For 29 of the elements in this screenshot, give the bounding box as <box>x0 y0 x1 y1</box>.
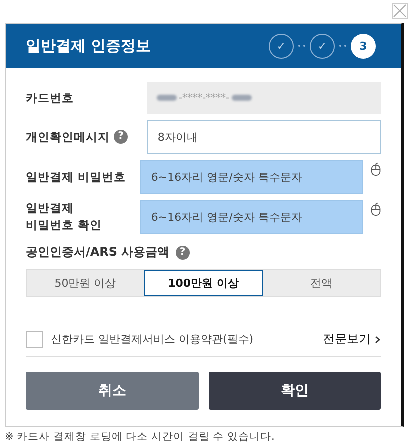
view-terms-link[interactable]: 전문보기 <box>323 331 381 348</box>
agree-checkbox[interactable] <box>26 331 43 348</box>
password-field[interactable]: 6~16자리 영문/숫자 특수문자 <box>140 200 363 234</box>
amount-option[interactable]: 전액 <box>263 270 380 296</box>
step-connector-icon <box>298 45 306 47</box>
step-indicator: ✓ <box>269 34 294 58</box>
help-button[interactable]: ? <box>114 130 128 144</box>
card-number-field: -****-****- <box>146 82 381 114</box>
confirm-button[interactable]: 확인 <box>208 372 381 410</box>
section-label: 공인인증서/ARS 사용금액 <box>26 244 170 261</box>
field-label: 일반결제 비밀번호 확인 <box>26 200 102 234</box>
amount-option[interactable]: 100만원 이상 <box>144 270 263 296</box>
agreement-label: 신한카드 일반결제서비스 이용약관(필수) <box>51 332 255 347</box>
help-button[interactable]: ? <box>176 246 190 260</box>
message-field[interactable]: 8자이내 <box>146 120 381 154</box>
amount-option[interactable]: 50만원 이상 <box>27 270 144 296</box>
chevron-icon <box>375 336 381 344</box>
field-label: 일반결제 비밀번호 <box>26 168 126 186</box>
field-label: 개인확인메시지 <box>26 128 110 146</box>
dialog-title: 일반결제 인증정보 <box>26 36 152 56</box>
mouse-icon[interactable] <box>370 162 381 177</box>
notice-text: ※ 카드사 결제창 로딩에 다소 시간이 걸릴 수 있습니다. <box>5 430 276 443</box>
cancel-button[interactable]: 취소 <box>26 372 198 410</box>
step-indicator: ✓ <box>310 34 335 58</box>
step-connector-icon <box>339 45 347 47</box>
password-field[interactable]: 6~16자리 영문/숫자 특수문자 <box>140 160 363 194</box>
step-indicator: 3 <box>351 34 376 58</box>
mouse-icon[interactable] <box>370 202 381 217</box>
field-label: 카드번호 <box>26 90 74 106</box>
